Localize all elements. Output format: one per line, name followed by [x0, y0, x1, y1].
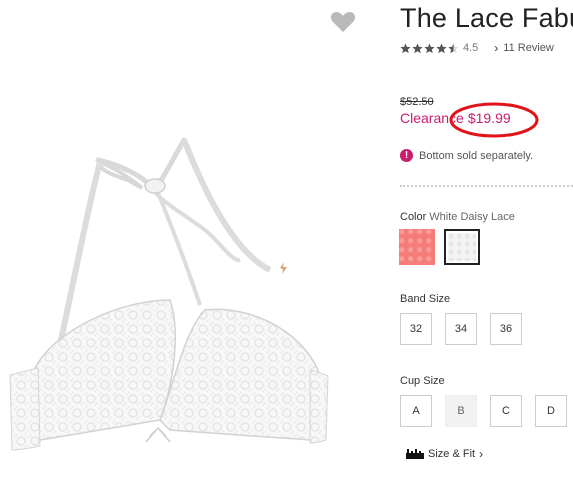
exclamation-icon: !	[400, 149, 413, 162]
product-image	[9, 137, 329, 451]
color-swatch-coral[interactable]	[399, 229, 435, 265]
star-icon	[412, 42, 423, 53]
size-fit-link[interactable]: Size & Fit ›	[406, 447, 483, 461]
clearance-price-row: Clearance $19.99	[400, 110, 511, 126]
clearance-label: Clearance	[400, 110, 464, 126]
band-size-option[interactable]: 34	[445, 313, 477, 345]
bottom-notice: ! Bottom sold separately.	[400, 149, 533, 162]
divider	[400, 185, 573, 187]
product-title: The Lace Fabul	[400, 3, 573, 33]
original-price: $52.50	[400, 96, 434, 108]
band-size-label: Band Size	[400, 293, 451, 305]
star-icon	[436, 42, 447, 53]
cup-size-option[interactable]: D	[535, 395, 567, 427]
sale-price: $19.99	[467, 110, 511, 126]
cup-size-option-unavailable[interactable]: B	[445, 395, 477, 427]
star-icon	[400, 42, 411, 53]
color-heading: Color	[400, 211, 427, 223]
color-label: Color White Daisy Lace	[400, 211, 515, 223]
reviews-link[interactable]: › 11 Review	[494, 41, 554, 55]
size-fit-label: Size & Fit	[428, 448, 476, 460]
swatch-fill	[448, 233, 476, 261]
selected-color: White Daisy Lace	[429, 211, 515, 223]
band-size-option[interactable]: 32	[400, 313, 432, 345]
chevron-right-icon: ›	[479, 447, 484, 461]
cup-size-option[interactable]: C	[490, 395, 522, 427]
reviews-label: 11 Review	[503, 42, 554, 54]
cup-size-option[interactable]: A	[400, 395, 432, 427]
rating-row: 4.5 › 11 Review	[400, 40, 554, 56]
color-swatch-white-daisy-lace[interactable]	[444, 229, 480, 265]
half-star-icon	[448, 42, 459, 53]
heart-icon[interactable]	[330, 10, 356, 34]
chevron-right-icon: ›	[494, 41, 499, 55]
star-icon	[424, 42, 435, 53]
band-size-option[interactable]: 36	[490, 313, 522, 345]
rating-value: 4.5	[463, 42, 479, 54]
cup-size-label: Cup Size	[400, 375, 445, 387]
notice-text: Bottom sold separately.	[419, 149, 534, 162]
ruler-icon	[406, 449, 424, 459]
rating-stars	[400, 42, 459, 54]
